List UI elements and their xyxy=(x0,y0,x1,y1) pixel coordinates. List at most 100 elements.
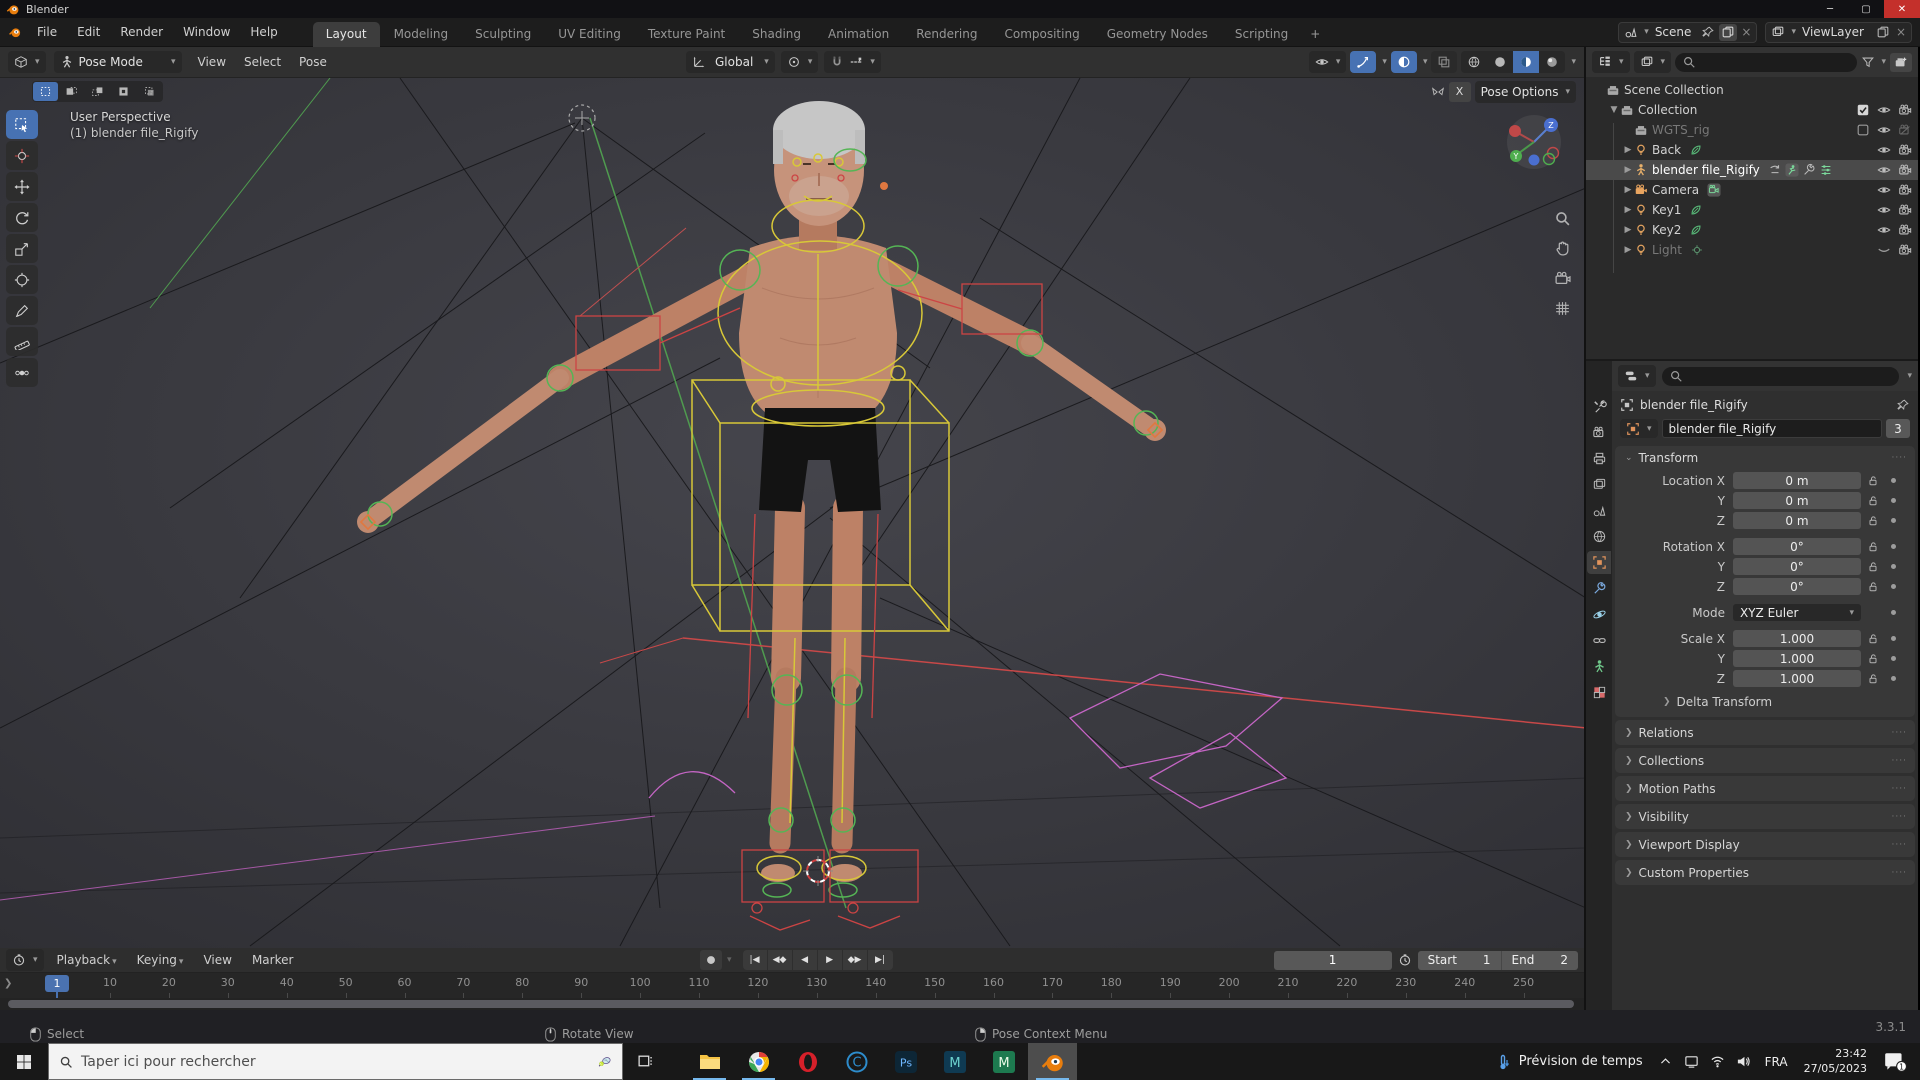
scene-selector[interactable]: ▾ Scene × xyxy=(1618,21,1758,43)
menu-file[interactable]: File xyxy=(28,22,66,42)
camera-view-icon[interactable] xyxy=(1549,266,1575,290)
taskbar-app-maya[interactable]: M xyxy=(930,1043,979,1080)
select-subtract-icon[interactable] xyxy=(85,82,110,101)
panel-grip[interactable]: ···· xyxy=(1892,453,1907,463)
taskbar-app-blender[interactable] xyxy=(1028,1043,1077,1080)
snap-settings-icon[interactable] xyxy=(849,55,863,69)
expand-arrow-icon[interactable]: ▶ xyxy=(1622,145,1634,155)
taskbar-clock[interactable]: 23:42 27/05/2023 xyxy=(1796,1047,1875,1077)
current-frame-field[interactable]: 1 xyxy=(1273,950,1392,970)
mode-selector[interactable]: Pose Mode ▾ xyxy=(53,51,182,73)
tray-expand-icon[interactable] xyxy=(1653,1055,1679,1068)
taskbar-app-file-explorer[interactable] xyxy=(685,1043,734,1080)
rotation-mode-dropdown[interactable]: XYZ Euler ▾ xyxy=(1733,604,1861,621)
pivot-point[interactable]: ▾ xyxy=(780,51,819,73)
properties-tab-render[interactable] xyxy=(1587,421,1611,444)
keyboard-language[interactable]: FRA xyxy=(1757,1055,1796,1069)
measure-tool[interactable] xyxy=(6,327,38,356)
filter-icon[interactable] xyxy=(1861,55,1875,69)
properties-tab-modifiers[interactable] xyxy=(1587,577,1611,600)
camera-visibility-icon[interactable] xyxy=(1898,143,1912,157)
minimize-button[interactable]: ─ xyxy=(1812,0,1848,18)
transform-panel-title[interactable]: Transform xyxy=(1639,451,1699,465)
maximize-button[interactable]: ▢ xyxy=(1848,0,1884,18)
notification-center-button[interactable]: 1 xyxy=(1875,1051,1915,1073)
rotation-value-field[interactable]: 0° xyxy=(1733,558,1861,575)
scene-name[interactable]: Scene xyxy=(1653,25,1698,39)
show-gizmo-toggle[interactable] xyxy=(1350,51,1377,73)
jump-to-start-button[interactable]: |◀ xyxy=(743,950,768,970)
task-view-button[interactable] xyxy=(623,1043,667,1080)
eye-open-icon[interactable] xyxy=(1877,103,1891,117)
expand-arrow-icon[interactable]: ▼ xyxy=(1608,105,1620,115)
properties-editor-selector[interactable]: ▾ xyxy=(1618,365,1656,387)
select-extend-icon[interactable] xyxy=(59,82,84,101)
rotation-value-field[interactable]: 0° xyxy=(1733,538,1861,555)
timeline-menu-view[interactable]: View xyxy=(194,950,240,970)
viewport-canvas[interactable] xyxy=(0,78,1584,948)
tab-geometry-nodes[interactable]: Geometry Nodes xyxy=(1094,22,1221,47)
show-hide-visibility[interactable]: ▾ xyxy=(1308,51,1347,73)
tab-add-workspace[interactable]: + xyxy=(1302,22,1328,47)
lock-open-icon[interactable] xyxy=(1861,495,1885,507)
start-button[interactable] xyxy=(0,1043,48,1080)
timeline-editor-selector[interactable]: ▾ xyxy=(6,949,44,971)
users-count-button[interactable]: 3 xyxy=(1886,419,1910,438)
viewport-menu-view[interactable]: View xyxy=(190,52,234,72)
timeline-menu-playback[interactable]: Playback ▾ xyxy=(48,950,126,970)
checkbox-on-icon[interactable] xyxy=(1856,103,1870,117)
eye-open-icon[interactable] xyxy=(1877,203,1891,217)
blender-menu-icon[interactable] xyxy=(8,25,22,39)
snapping[interactable]: ▾ xyxy=(824,51,881,73)
view-layer-selector[interactable]: ▾ ViewLayer × xyxy=(1765,21,1912,43)
tab-rendering[interactable]: Rendering xyxy=(903,22,990,47)
select-intersect-icon[interactable] xyxy=(137,82,162,101)
chevron-down-icon[interactable]: ▾ xyxy=(1423,57,1428,67)
properties-tab-texture[interactable] xyxy=(1587,681,1611,704)
timeline-ruler[interactable]: ❯ 1 10 20 30 40 50 60 70 80 90 100 110 120 130 140 150… xyxy=(0,973,1584,998)
properties-tab-object[interactable] xyxy=(1587,551,1611,574)
scale-tool[interactable] xyxy=(6,234,38,263)
tab-uv-editing[interactable]: UV Editing xyxy=(545,22,634,47)
panel-grip[interactable]: ···· xyxy=(1892,868,1907,878)
tab-scripting[interactable]: Scripting xyxy=(1222,22,1301,47)
expand-arrow-icon[interactable]: ▶ xyxy=(1622,185,1634,195)
animate-dot-icon[interactable] xyxy=(1885,544,1901,549)
taskbar-app-opera[interactable] xyxy=(783,1043,832,1080)
unlink-scene-icon[interactable]: × xyxy=(1741,25,1751,39)
lock-open-icon[interactable] xyxy=(1861,561,1885,573)
taskbar-search-input[interactable]: Taper ici pour rechercher xyxy=(48,1043,623,1080)
panel-grip[interactable]: ···· xyxy=(1892,840,1907,850)
material-preview-shading-button[interactable] xyxy=(1513,51,1540,73)
outliner-display-mode[interactable]: ▾ xyxy=(1633,51,1672,73)
eye-closed-icon[interactable] xyxy=(1877,243,1891,257)
pin-icon[interactable] xyxy=(1701,25,1715,39)
new-scene-icon[interactable] xyxy=(1719,23,1738,41)
properties-tab-object-data[interactable] xyxy=(1587,655,1611,678)
outliner-editor-selector[interactable]: ▾ xyxy=(1592,51,1630,73)
expand-arrow-icon[interactable]: ▶ xyxy=(1622,245,1634,255)
viewport-3d[interactable]: ▾ Pose Mode ▾ ViewSelectPose Global ▾ xyxy=(0,47,1584,948)
camera-visibility-icon[interactable] xyxy=(1898,243,1912,257)
next-keyframe-button[interactable]: ◆▶ xyxy=(843,950,868,970)
transform-tool[interactable] xyxy=(6,265,38,294)
location-value-field[interactable]: 0 m xyxy=(1733,512,1861,529)
lock-open-icon[interactable] xyxy=(1861,515,1885,527)
outliner-row-light[interactable]: ▶ Light xyxy=(1586,240,1918,260)
camera-visibility-icon[interactable] xyxy=(1898,183,1912,197)
chevron-down-icon[interactable]: ▾ xyxy=(1571,57,1576,67)
panel-custom-properties[interactable]: ❯ Custom Properties ···· xyxy=(1615,860,1915,885)
taskbar-app-chrome[interactable] xyxy=(734,1043,783,1080)
animate-dot-icon[interactable] xyxy=(1885,656,1901,661)
expand-arrow-icon[interactable]: ▶ xyxy=(1622,165,1634,175)
panel-visibility[interactable]: ❯ Visibility ···· xyxy=(1615,804,1915,829)
camera-visibility-icon[interactable] xyxy=(1898,103,1912,117)
eye-open-icon[interactable] xyxy=(1877,223,1891,237)
location-value-field[interactable]: 0 m xyxy=(1733,472,1861,489)
breadcrumb-object-name[interactable]: blender file_Rigify xyxy=(1640,398,1748,412)
animate-dot-icon[interactable] xyxy=(1885,518,1901,523)
properties-tab-tool[interactable] xyxy=(1587,395,1611,418)
rotation-value-field[interactable]: 0° xyxy=(1733,578,1861,595)
lock-open-icon[interactable] xyxy=(1861,541,1885,553)
camera-visibility-icon[interactable] xyxy=(1898,163,1912,177)
